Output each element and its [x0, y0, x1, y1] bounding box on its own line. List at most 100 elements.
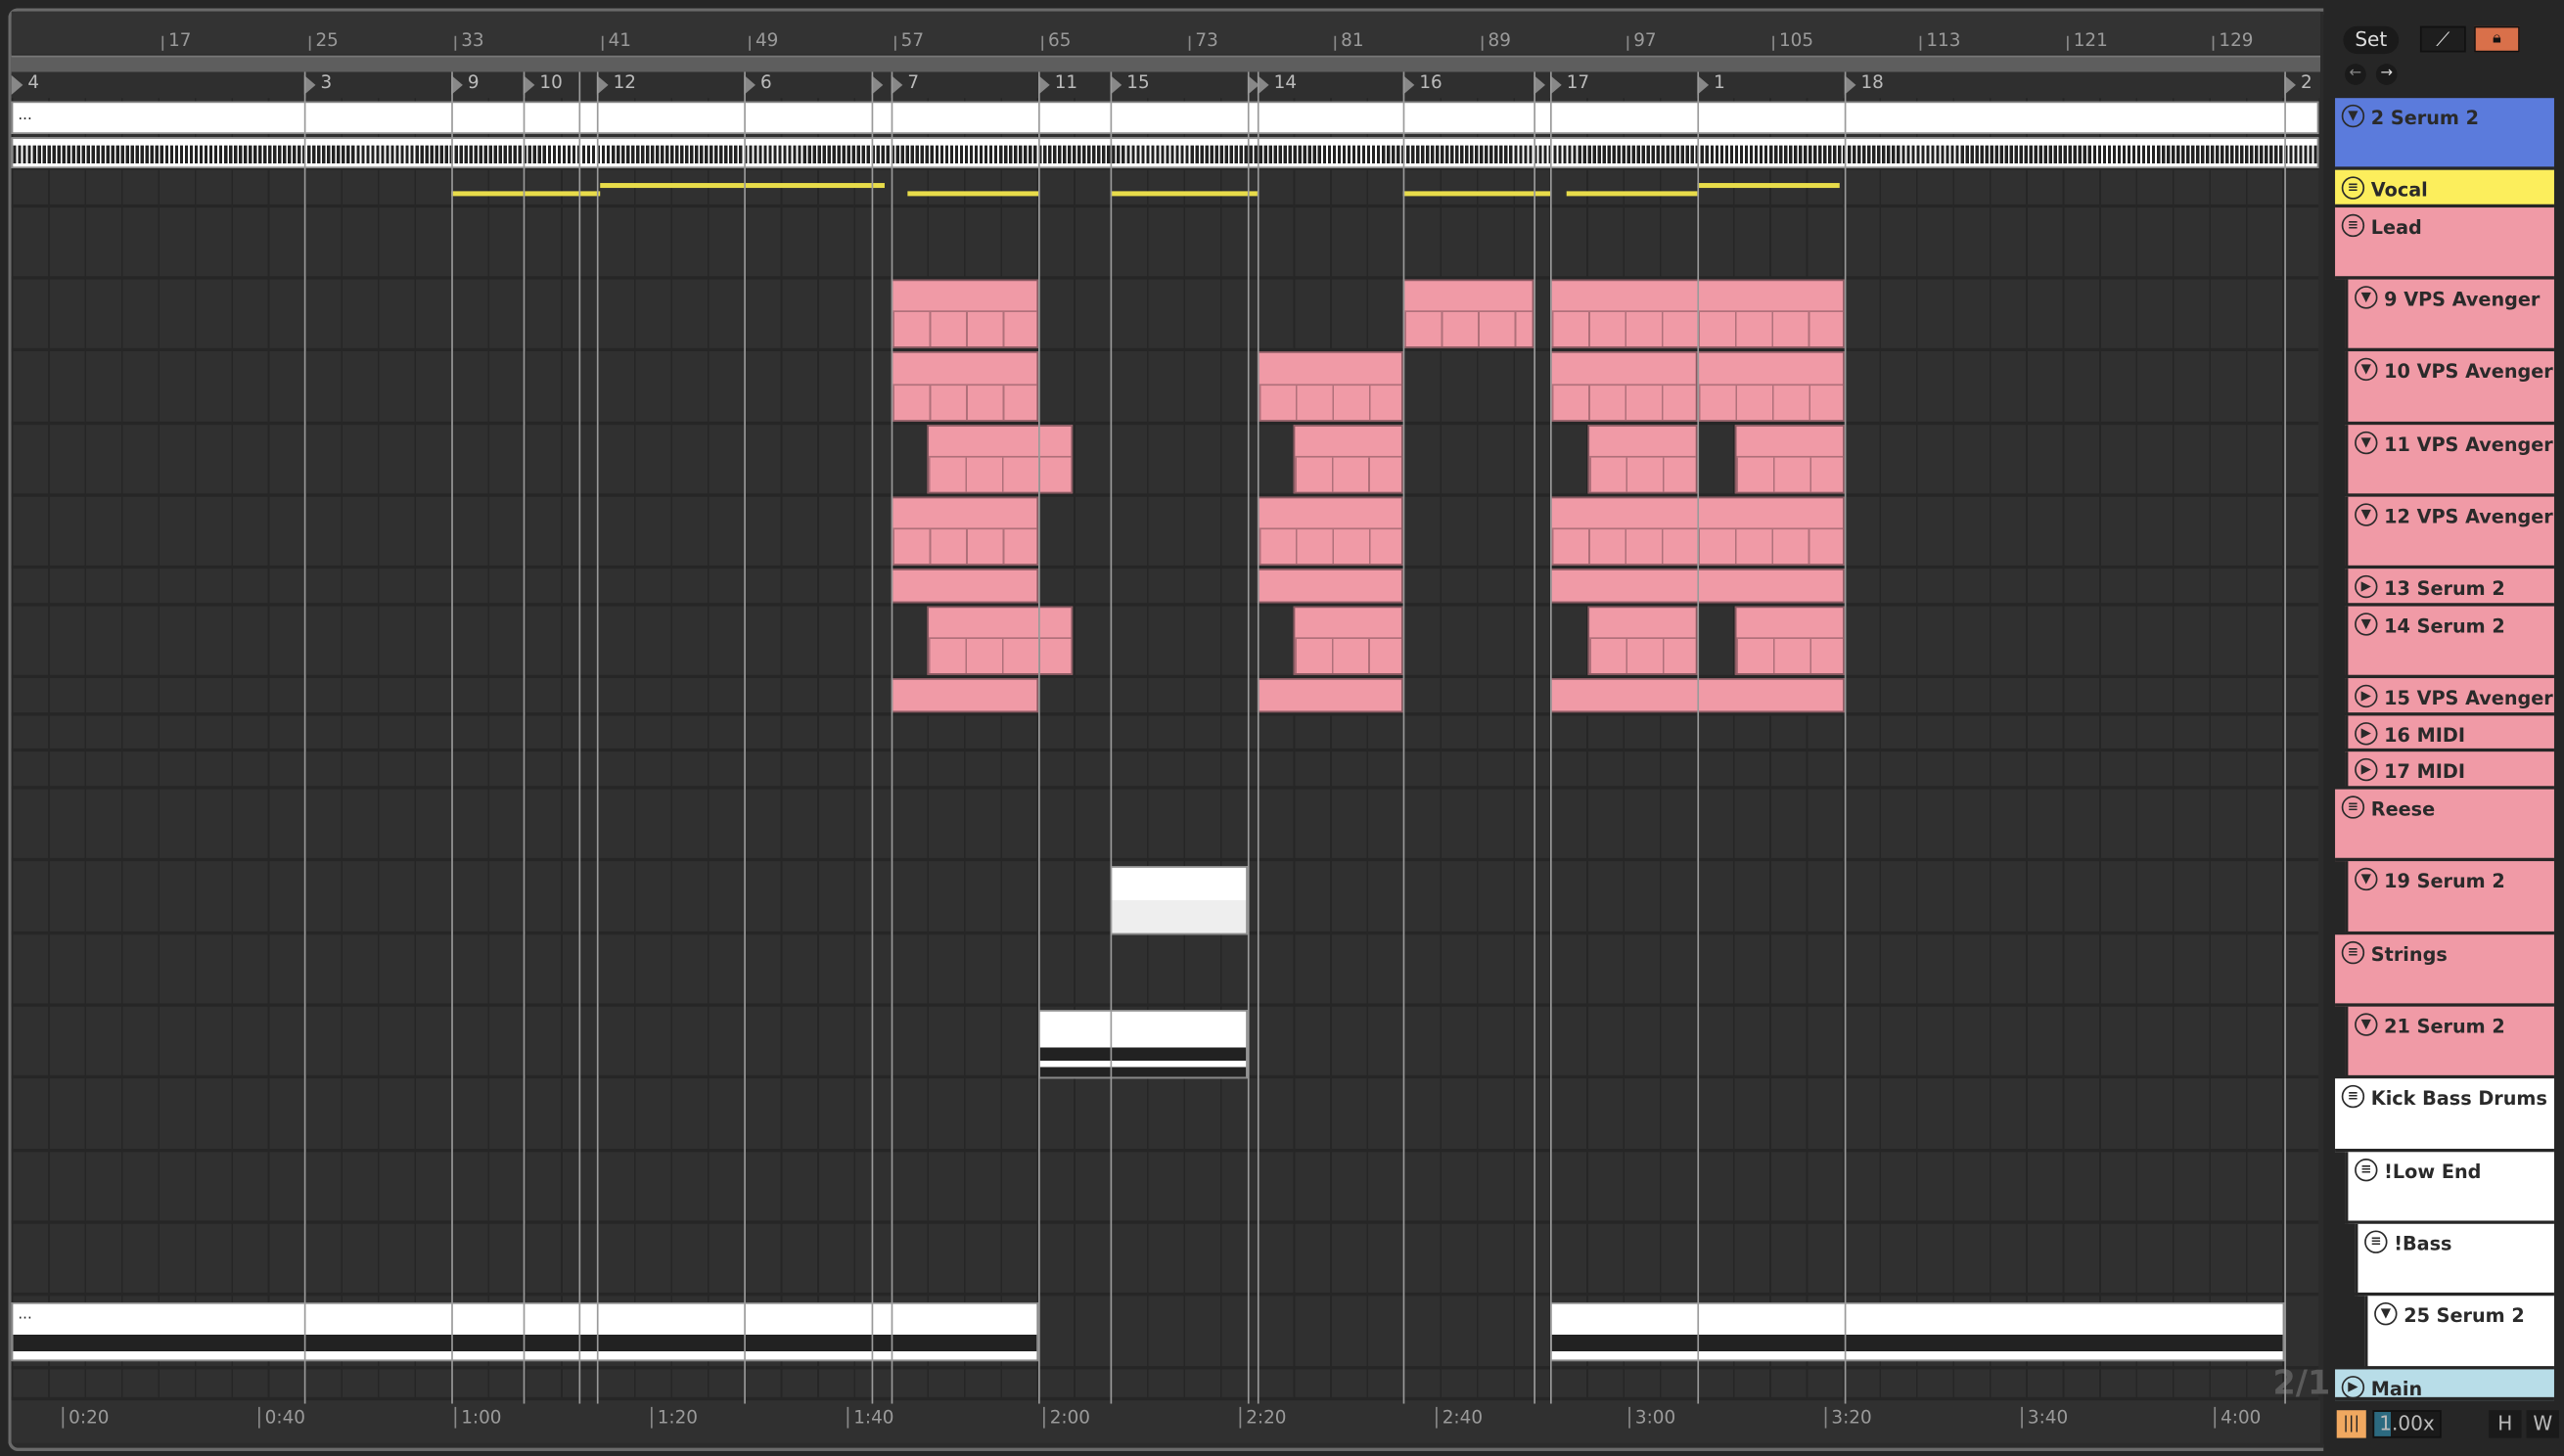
- track-fold-icon[interactable]: ▼: [2355, 613, 2378, 636]
- midi-clip[interactable]: [1550, 351, 1698, 422]
- midi-clip[interactable]: [927, 606, 1074, 675]
- track-fold-icon[interactable]: ▼: [2355, 1013, 2378, 1036]
- back-arrow-icon[interactable]: ←: [2345, 64, 2366, 85]
- midi-clip[interactable]: [1257, 678, 1403, 713]
- midi-clip[interactable]: [1257, 351, 1403, 422]
- track-header[interactable]: ▼ 19 Serum 2: [2345, 861, 2554, 935]
- track-header[interactable]: ▼ 2 Serum 2: [2335, 98, 2554, 170]
- locator[interactable]: 6: [744, 71, 772, 98]
- track-header[interactable]: ▶ 17 MIDI: [2345, 751, 2554, 790]
- track-fold-icon[interactable]: ▶: [2355, 722, 2378, 746]
- track-lane[interactable]: [11, 351, 2319, 426]
- track-lane[interactable]: [11, 607, 2319, 679]
- locator[interactable]: 16: [1402, 71, 1442, 98]
- midi-clip[interactable]: [1293, 606, 1403, 675]
- forward-arrow-icon[interactable]: →: [2375, 64, 2398, 85]
- track-lane[interactable]: [11, 569, 2319, 607]
- clip[interactable]: ...: [11, 101, 2319, 134]
- midi-clip[interactable]: [1587, 425, 1698, 494]
- locator-bar[interactable]: 4 3 9 10 12 6 7 11 15 14 16 17 1 18 2: [11, 71, 2321, 99]
- track-lane[interactable]: [11, 425, 2319, 497]
- midi-clip[interactable]: [1257, 569, 1403, 604]
- track-fold-icon[interactable]: ▼: [2355, 503, 2378, 526]
- track-lane[interactable]: [11, 790, 2319, 862]
- locator[interactable]: 15: [1110, 71, 1150, 98]
- track-fold-icon[interactable]: ▶: [2355, 684, 2378, 708]
- zoom-factor[interactable]: 1.00x: [2372, 1410, 2442, 1438]
- midi-clip[interactable]: [891, 496, 1039, 566]
- track-lane[interactable]: [11, 497, 2319, 569]
- track-header[interactable]: ▼ 12 VPS Avenger: [2345, 496, 2554, 569]
- track-fold-icon[interactable]: ▼: [2355, 357, 2378, 382]
- locator[interactable]: 10: [523, 71, 563, 98]
- midi-clip[interactable]: [891, 351, 1039, 422]
- midi-clip[interactable]: [1587, 606, 1698, 675]
- locator[interactable]: 11: [1038, 71, 1077, 98]
- track-fold-icon[interactable]: ≡: [2341, 213, 2365, 238]
- bar-ruler[interactable]: 17 25 33 41 49 57 65 73 81 89 97 105 113 121 129: [11, 11, 2321, 55]
- track-header[interactable]: ≡ Strings: [2335, 934, 2554, 1007]
- track-fold-icon[interactable]: ≡: [2355, 1159, 2378, 1182]
- track-header[interactable]: ▼ 21 Serum 2: [2345, 1006, 2554, 1079]
- track-fold-icon[interactable]: ▼: [2374, 1301, 2398, 1326]
- track-lane[interactable]: [11, 1224, 2319, 1297]
- lock-icon[interactable]: 🔒︎: [2474, 25, 2520, 53]
- track-header[interactable]: ▼ 10 VPS Avenger: [2345, 351, 2554, 426]
- locator[interactable]: 1: [1697, 71, 1725, 98]
- track-fold-icon[interactable]: ▶: [2341, 1376, 2365, 1399]
- locator[interactable]: 9: [451, 71, 480, 98]
- loop-brace-bar[interactable]: [11, 55, 2321, 74]
- track-header[interactable]: ≡ !Low End: [2345, 1152, 2554, 1224]
- time-ruler[interactable]: 0:20 0:40 1:00 1:20 1:40 2:00 2:20 2:40 3:00 3:20…: [11, 1400, 2321, 1443]
- track-header[interactable]: ≡ Lead: [2335, 207, 2554, 280]
- track-header[interactable]: ▶ 15 VPS Avenger: [2345, 678, 2554, 716]
- midi-clip[interactable]: [927, 425, 1074, 494]
- track-fold-icon[interactable]: ≡: [2341, 940, 2365, 965]
- track-header[interactable]: ≡ !Bass: [2355, 1223, 2554, 1297]
- track-lane[interactable]: [11, 207, 2319, 280]
- locator[interactable]: 2: [2284, 71, 2312, 98]
- track-fold-icon[interactable]: ≡: [2364, 1230, 2388, 1253]
- track-lane[interactable]: [11, 678, 2319, 716]
- midi-clip[interactable]: [891, 678, 1039, 713]
- track-fold-icon[interactable]: ▶: [2355, 574, 2378, 599]
- track-header[interactable]: ≡ Reese: [2335, 789, 2554, 862]
- locator[interactable]: 4: [11, 71, 39, 98]
- track-lane[interactable]: [11, 934, 2319, 1007]
- midi-clip[interactable]: [1293, 425, 1403, 494]
- track-header[interactable]: ▼ 25 Serum 2: [2364, 1296, 2554, 1370]
- track-fold-icon[interactable]: ≡: [2341, 176, 2365, 200]
- locator[interactable]: 12: [596, 71, 636, 98]
- clip[interactable]: [11, 137, 2319, 169]
- track-fold-icon[interactable]: ▼: [2341, 104, 2365, 128]
- track-lane[interactable]: [11, 280, 2319, 352]
- track-fold-icon[interactable]: ▼: [2355, 867, 2378, 891]
- track-fold-icon[interactable]: ≡: [2341, 1084, 2365, 1109]
- track-header[interactable]: ▼ 11 VPS Avenger: [2345, 425, 2554, 497]
- locator[interactable]: 17: [1550, 71, 1589, 98]
- track-fold-icon[interactable]: ▶: [2355, 757, 2378, 782]
- track-header[interactable]: ▶ 13 Serum 2: [2345, 569, 2554, 607]
- set-button[interactable]: Set: [2343, 25, 2400, 55]
- w-button[interactable]: W: [2526, 1410, 2559, 1438]
- track-header[interactable]: ▼ 14 Serum 2: [2345, 606, 2554, 679]
- midi-clip[interactable]: [1734, 425, 1845, 494]
- locator[interactable]: [1247, 71, 1264, 98]
- track-lane[interactable]: [11, 1369, 2319, 1401]
- track-header[interactable]: ▶ Main: [2335, 1369, 2554, 1401]
- clip[interactable]: [1110, 866, 1248, 935]
- track-header[interactable]: ≡ Kick Bass Drums: [2335, 1078, 2554, 1153]
- locator[interactable]: 3: [303, 71, 332, 98]
- midi-clip[interactable]: [1402, 279, 1534, 348]
- track-fold-icon[interactable]: ▼: [2355, 431, 2378, 455]
- midi-clip[interactable]: [891, 569, 1039, 604]
- waveform-icon[interactable]: |||: [2336, 1410, 2366, 1438]
- midi-clip[interactable]: [1697, 351, 1845, 422]
- locator[interactable]: 18: [1844, 71, 1884, 98]
- track-lane[interactable]: [11, 170, 2319, 208]
- track-fold-icon[interactable]: ≡: [2341, 796, 2365, 819]
- clip[interactable]: [1038, 1010, 1248, 1079]
- h-button[interactable]: H: [2489, 1410, 2522, 1438]
- locator[interactable]: [871, 71, 889, 98]
- locator[interactable]: [1534, 71, 1550, 98]
